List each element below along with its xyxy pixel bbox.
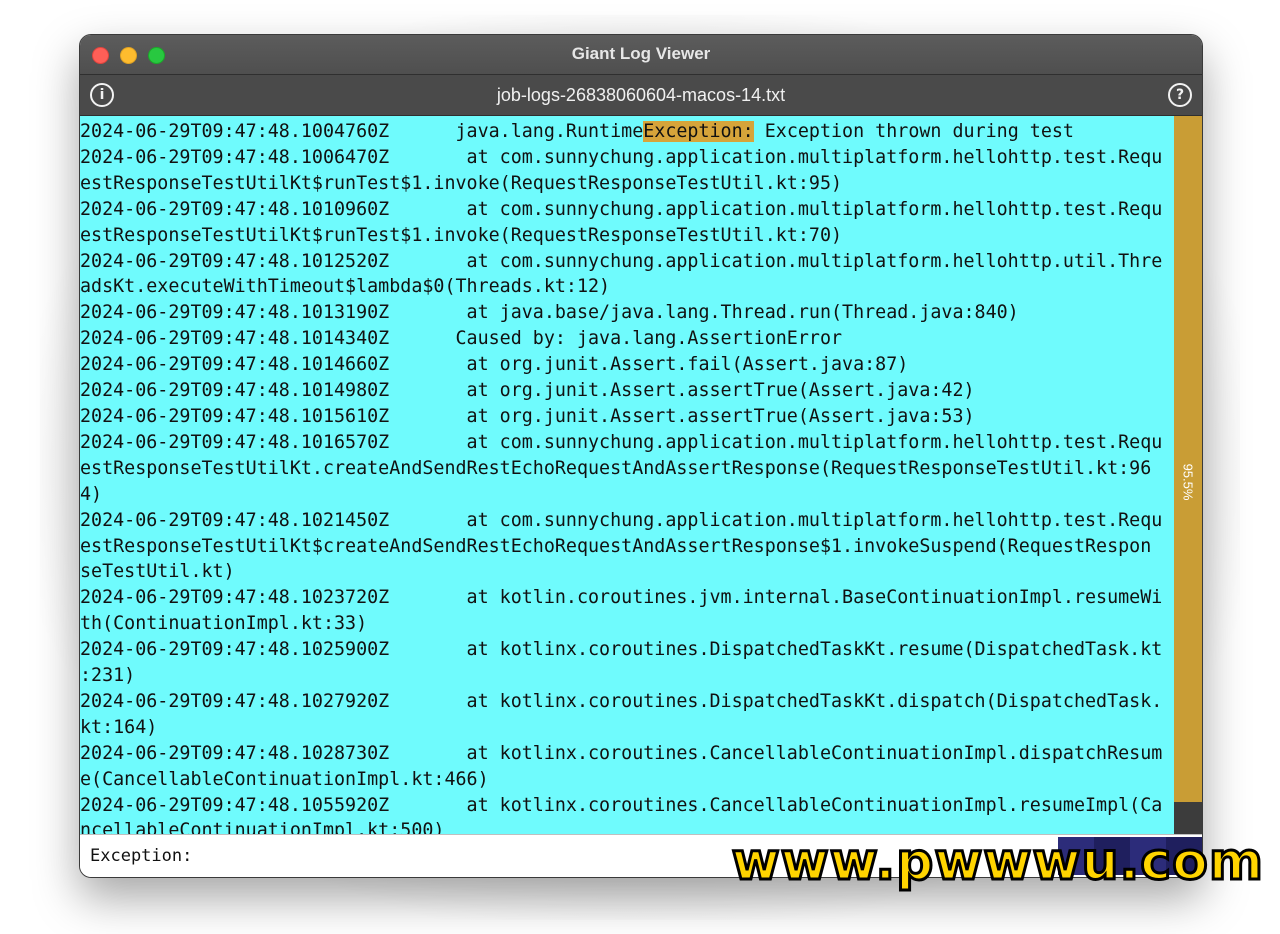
log-line: adsKt.executeWithTimeout$lambda$0(Thread… xyxy=(80,274,1174,300)
log-text-segment: estResponseTestUtilKt$createAndSendRestE… xyxy=(80,535,1152,557)
log-line: 2024-06-29T09:47:48.1015610Z at org.juni… xyxy=(80,404,1174,430)
log-line: 4) xyxy=(80,482,1174,508)
log-text-segment: estResponseTestUtilKt$runTest$1.invoke(R… xyxy=(80,224,843,246)
log-text-segment: 2024-06-29T09:47:48.1028730Z at kotlinx.… xyxy=(80,742,1163,764)
log-view[interactable]: 2024-06-29T09:47:48.1004760Z java.lang.R… xyxy=(80,116,1174,834)
log-text-segment: 2024-06-29T09:47:48.1023720Z at kotlin.c… xyxy=(80,587,1163,609)
log-line: 2024-06-29T09:47:48.1013190Z at java.bas… xyxy=(80,300,1174,326)
scroll-thumb[interactable] xyxy=(1174,116,1202,802)
log-text-segment: 2024-06-29T09:47:48.1004760Z java.lang.R… xyxy=(80,121,644,142)
search-match-highlight: Exception: xyxy=(643,121,754,142)
log-line: :231) xyxy=(80,663,1174,689)
log-text-segment: 2024-06-29T09:47:48.1027920Z at kotlinx.… xyxy=(80,690,1163,712)
watermark: www.pwwwu.com xyxy=(730,831,1264,894)
log-text-segment: :231) xyxy=(80,665,136,687)
log-line: 2024-06-29T09:47:48.1055920Z at kotlinx.… xyxy=(80,793,1174,819)
title-bar: Giant Log Viewer xyxy=(80,35,1202,75)
app-window: Giant Log Viewer i job-logs-26838060604-… xyxy=(79,34,1203,878)
log-text-segment: 2024-06-29T09:47:48.1015610Z at org.juni… xyxy=(80,405,975,427)
log-line: 2024-06-29T09:47:48.1010960Z at com.sunn… xyxy=(80,197,1174,223)
log-line: 2024-06-29T09:47:48.1028730Z at kotlinx.… xyxy=(80,741,1174,767)
log-text-segment: 2024-06-29T09:47:48.1012520Z at com.sunn… xyxy=(80,250,1163,272)
log-line: 2024-06-29T09:47:48.1016570Z at com.sunn… xyxy=(80,430,1174,456)
scroll-position-label: 95.5% xyxy=(1180,463,1196,501)
log-text-segment: 2024-06-29T09:47:48.1010960Z at com.sunn… xyxy=(80,198,1163,220)
log-line: 2024-06-29T09:47:48.1027920Z at kotlinx.… xyxy=(80,689,1174,715)
log-line: 2024-06-29T09:47:48.1006470Z at com.sunn… xyxy=(80,145,1174,171)
log-text-segment: th(ContinuationImpl.kt:33) xyxy=(80,613,368,635)
log-line: 2024-06-29T09:47:48.1014660Z at org.juni… xyxy=(80,352,1174,378)
window-title: Giant Log Viewer xyxy=(571,44,711,63)
log-text-segment: 2024-06-29T09:47:48.1025900Z at kotlinx.… xyxy=(80,639,1163,661)
log-line: 2024-06-29T09:47:48.1012520Z at com.sunn… xyxy=(80,249,1174,275)
toolbar: i job-logs-26838060604-macos-14.txt ? xyxy=(80,75,1202,116)
log-line: kt:164) xyxy=(80,715,1174,741)
vertical-scrollbar[interactable]: 95.5% xyxy=(1174,116,1202,834)
log-text-segment: e(CancellableContinuationImpl.kt:466) xyxy=(80,768,489,790)
log-line: 2024-06-29T09:47:48.1021450Z at com.sunn… xyxy=(80,508,1174,534)
log-text-segment: 2024-06-29T09:47:48.1021450Z at com.sunn… xyxy=(80,509,1163,531)
log-line: seTestUtil.kt) xyxy=(80,559,1174,585)
log-text-segment: 2024-06-29T09:47:48.1016570Z at com.sunn… xyxy=(80,431,1163,453)
log-line: e(CancellableContinuationImpl.kt:466) xyxy=(80,767,1174,793)
log-line: th(ContinuationImpl.kt:33) xyxy=(80,611,1174,637)
log-line: 2024-06-29T09:47:48.1025900Z at kotlinx.… xyxy=(80,637,1174,663)
log-text-segment: Exception thrown during test xyxy=(753,121,1074,142)
log-text: 2024-06-29T09:47:48.1004760Z java.lang.R… xyxy=(80,116,1174,834)
log-line: estResponseTestUtilKt$createAndSendRestE… xyxy=(80,534,1174,560)
log-text-segment: 4) xyxy=(80,483,103,505)
log-text-segment: 2024-06-29T09:47:48.1006470Z at com.sunn… xyxy=(80,146,1163,168)
log-text-segment: 2024-06-29T09:47:48.1055920Z at kotlinx.… xyxy=(80,794,1163,816)
file-name: job-logs-26838060604-macos-14.txt xyxy=(496,85,786,105)
log-text-segment: estResponseTestUtilKt$runTest$1.invoke(R… xyxy=(80,172,843,194)
log-text-segment: kt:164) xyxy=(80,716,158,738)
log-text-segment: ncellableContinuationImpl.kt:500) xyxy=(80,820,445,834)
log-text-segment: 2024-06-29T09:47:48.1014340Z Caused by: … xyxy=(80,328,843,350)
log-line: 2024-06-29T09:47:48.1023720Z at kotlin.c… xyxy=(80,585,1174,611)
log-text-segment: 2024-06-29T09:47:48.1014660Z at org.juni… xyxy=(80,354,909,376)
log-text-segment: estResponseTestUtilKt.createAndSendRestE… xyxy=(80,457,1152,479)
log-text-segment: adsKt.executeWithTimeout$lambda$0(Thread… xyxy=(80,276,611,298)
log-line: 2024-06-29T09:47:48.1014980Z at org.juni… xyxy=(80,378,1174,404)
log-line: estResponseTestUtilKt$runTest$1.invoke(R… xyxy=(80,223,1174,249)
log-line: estResponseTestUtilKt.createAndSendRestE… xyxy=(80,456,1174,482)
log-line: 2024-06-29T09:47:48.1004760Z java.lang.R… xyxy=(80,119,1174,145)
log-line: 2024-06-29T09:47:48.1014340Z Caused by: … xyxy=(80,326,1174,352)
log-text-segment: seTestUtil.kt) xyxy=(80,561,235,583)
log-text-segment: 2024-06-29T09:47:48.1014980Z at org.juni… xyxy=(80,380,975,402)
log-line: estResponseTestUtilKt$runTest$1.invoke(R… xyxy=(80,171,1174,197)
log-text-segment: 2024-06-29T09:47:48.1013190Z at java.bas… xyxy=(80,302,1019,324)
help-icon[interactable]: ? xyxy=(1168,83,1192,107)
